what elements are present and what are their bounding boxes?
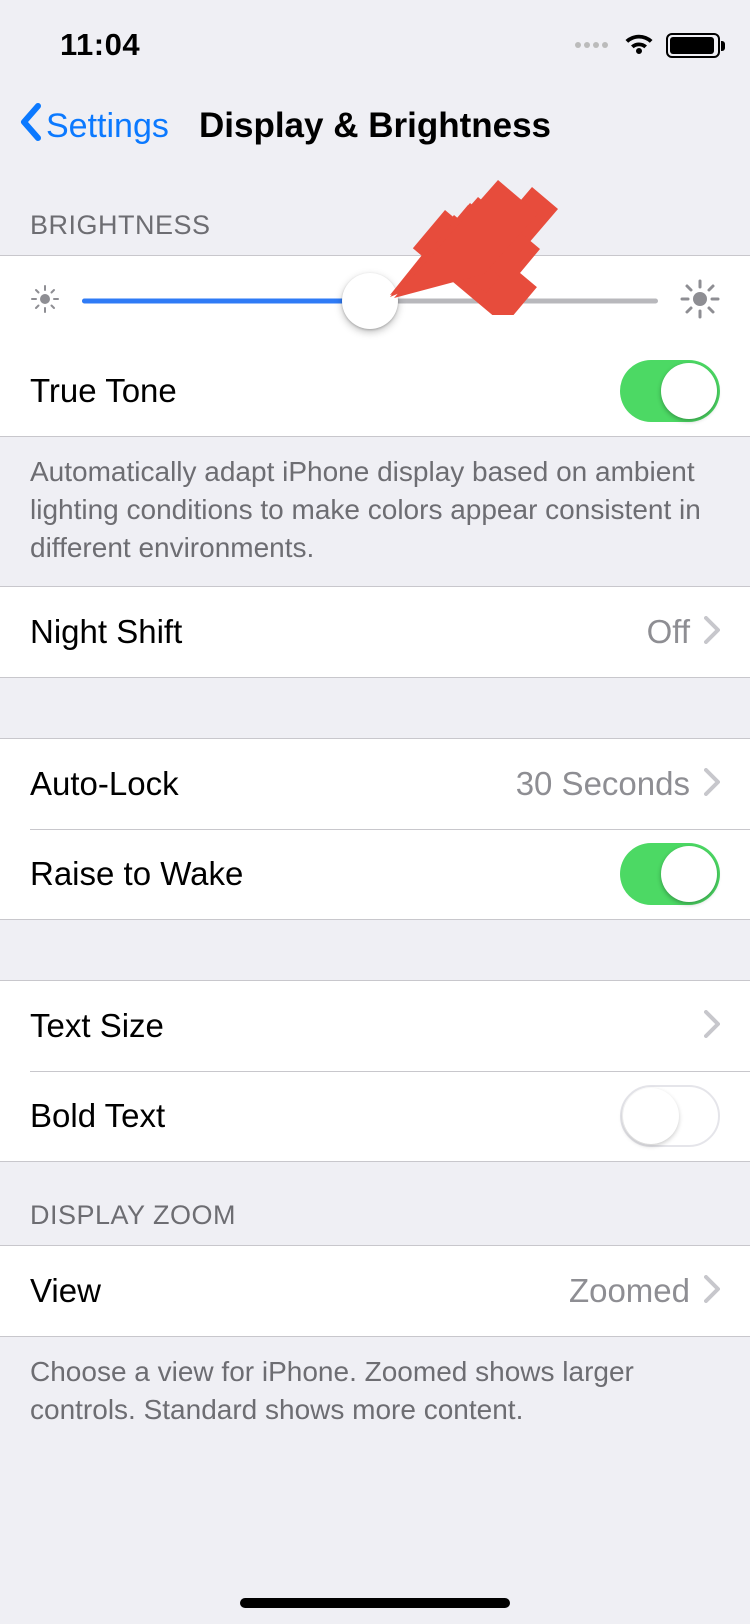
status-bar: 11:04 bbox=[0, 0, 750, 90]
battery-icon bbox=[666, 33, 720, 58]
sun-min-icon bbox=[30, 284, 60, 319]
display-zoom-footer: Choose a view for iPhone. Zoomed shows l… bbox=[0, 1337, 750, 1449]
bold-text-toggle[interactable] bbox=[620, 1085, 720, 1147]
raise-to-wake-toggle[interactable] bbox=[620, 843, 720, 905]
brightness-group: True Tone bbox=[0, 255, 750, 437]
section-header-brightness: BRIGHTNESS bbox=[0, 172, 750, 255]
chevron-right-icon bbox=[704, 1010, 720, 1043]
true-tone-cell: True Tone bbox=[0, 346, 750, 436]
home-indicator bbox=[240, 1598, 510, 1608]
display-zoom-group: View Zoomed bbox=[0, 1245, 750, 1337]
lock-group: Auto-Lock 30 Seconds Raise to Wake bbox=[0, 738, 750, 920]
night-shift-group: Night Shift Off bbox=[0, 586, 750, 678]
bold-text-cell: Bold Text bbox=[0, 1071, 750, 1161]
true-tone-label: True Tone bbox=[30, 372, 620, 410]
chevron-right-icon bbox=[704, 1275, 720, 1308]
raise-to-wake-label: Raise to Wake bbox=[30, 855, 620, 893]
auto-lock-cell[interactable]: Auto-Lock 30 Seconds bbox=[0, 739, 750, 829]
chevron-right-icon bbox=[704, 616, 720, 649]
night-shift-value: Off bbox=[647, 613, 690, 651]
brightness-footer: Automatically adapt iPhone display based… bbox=[0, 437, 750, 586]
brightness-slider[interactable] bbox=[82, 273, 658, 329]
brightness-slider-cell bbox=[0, 256, 750, 346]
night-shift-cell[interactable]: Night Shift Off bbox=[0, 587, 750, 677]
wifi-icon bbox=[622, 33, 656, 57]
view-label: View bbox=[30, 1272, 569, 1310]
chevron-left-icon bbox=[18, 102, 44, 151]
nav-bar: Settings Display & Brightness bbox=[0, 90, 750, 172]
status-time: 11:04 bbox=[30, 27, 140, 63]
text-size-label: Text Size bbox=[30, 1007, 704, 1045]
brightness-slider-thumb[interactable] bbox=[342, 273, 398, 329]
night-shift-label: Night Shift bbox=[30, 613, 647, 651]
bold-text-label: Bold Text bbox=[30, 1097, 620, 1135]
text-size-cell[interactable]: Text Size bbox=[0, 981, 750, 1071]
view-cell[interactable]: View Zoomed bbox=[0, 1246, 750, 1336]
sun-max-icon bbox=[680, 279, 720, 324]
page-title: Display & Brightness bbox=[199, 106, 551, 146]
auto-lock-value: 30 Seconds bbox=[516, 765, 690, 803]
cellular-dots-icon bbox=[575, 42, 608, 48]
section-header-display-zoom: DISPLAY ZOOM bbox=[0, 1162, 750, 1245]
true-tone-toggle[interactable] bbox=[620, 360, 720, 422]
chevron-right-icon bbox=[704, 768, 720, 801]
raise-to-wake-cell: Raise to Wake bbox=[0, 829, 750, 919]
status-icons bbox=[575, 33, 720, 58]
auto-lock-label: Auto-Lock bbox=[30, 765, 516, 803]
view-value: Zoomed bbox=[569, 1272, 690, 1310]
back-label: Settings bbox=[46, 107, 169, 146]
text-group: Text Size Bold Text bbox=[0, 980, 750, 1162]
back-button[interactable]: Settings bbox=[10, 102, 169, 151]
